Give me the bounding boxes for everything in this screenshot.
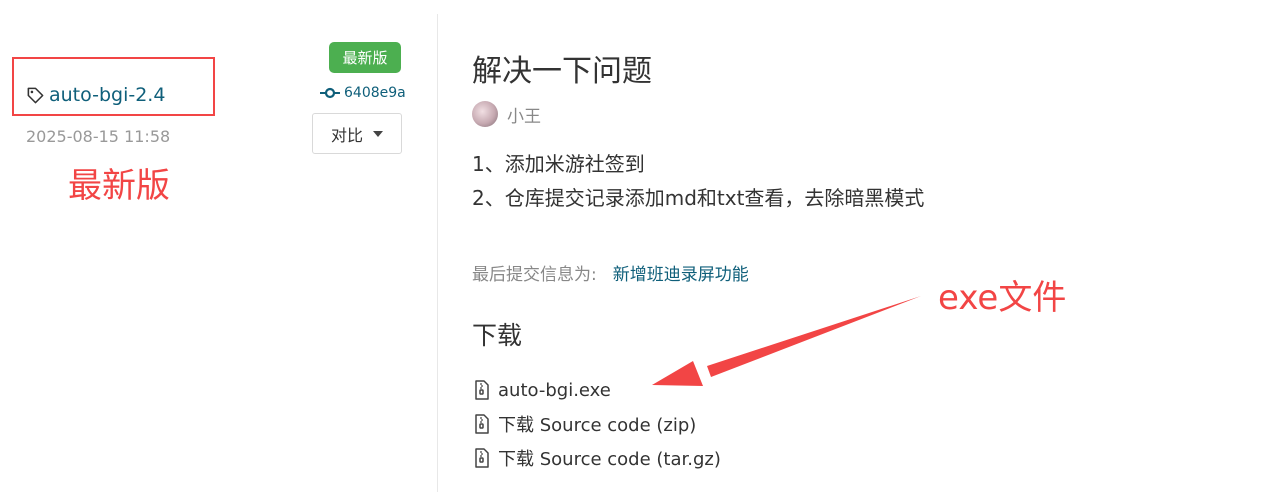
release-date: 2025-08-15 11:58 — [26, 127, 171, 146]
commit-hash-label: 6408e9a — [344, 85, 406, 101]
annotation-exe-label: exe文件 — [938, 278, 1067, 318]
latest-badge: 最新版 — [329, 42, 401, 73]
annotation-latest-label: 最新版 — [68, 166, 170, 206]
author-row: 小王 — [472, 101, 541, 127]
download-item-zip[interactable]: 下载 Source code (zip) — [474, 407, 721, 441]
release-note-line: 2、仓库提交记录添加md和txt查看，去除暗黑模式 — [472, 186, 925, 210]
file-zip-icon — [475, 380, 489, 400]
column-divider — [437, 14, 438, 492]
last-commit-message-link[interactable]: 新增班迪录屏功能 — [613, 260, 749, 285]
compare-label: 对比 — [330, 125, 363, 145]
annotation-highlight-box — [12, 57, 215, 116]
author-name[interactable]: 小王 — [507, 102, 541, 127]
download-label: auto-bgi.exe — [498, 379, 611, 401]
file-zip-icon — [475, 448, 489, 468]
author-avatar[interactable] — [472, 101, 498, 127]
last-commit-label: 最后提交信息为: — [472, 265, 597, 285]
download-label: 下载 Source code (zip) — [498, 415, 697, 436]
file-zip-icon — [475, 414, 489, 434]
download-label: 下载 Source code (tar.gz) — [498, 449, 721, 470]
release-title: 解决一下问题 — [472, 54, 652, 89]
downloads-list: auto-bgi.exe 下载 Source code (zip) 下载 Sou… — [474, 373, 721, 475]
compare-dropdown-button[interactable]: 对比 — [312, 113, 402, 154]
download-item-exe[interactable]: auto-bgi.exe — [474, 373, 721, 407]
commit-hash-link[interactable]: 6408e9a — [320, 85, 406, 101]
caret-down-icon — [373, 130, 383, 137]
download-item-targz[interactable]: 下载 Source code (tar.gz) — [474, 441, 721, 475]
commit-icon — [320, 87, 340, 99]
release-note-line: 1、添加米游社签到 — [472, 152, 645, 176]
downloads-heading: 下载 — [472, 321, 523, 350]
last-commit-row: 最后提交信息为: 新增班迪录屏功能 — [472, 260, 749, 285]
release-notes: 1、添加米游社签到 2、仓库提交记录添加md和txt查看，去除暗黑模式 — [472, 147, 924, 215]
